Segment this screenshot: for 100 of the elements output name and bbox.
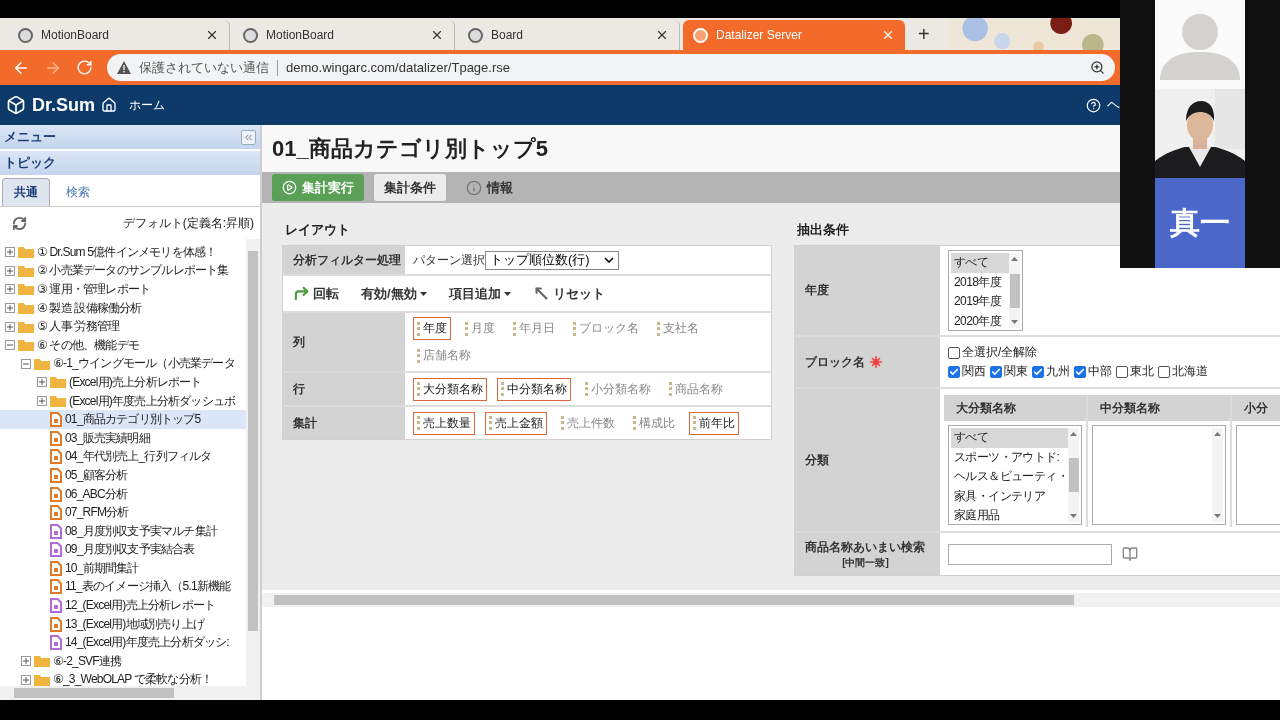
- field-chip[interactable]: 売上数量: [413, 411, 475, 435]
- field-chip[interactable]: 月度: [461, 317, 499, 340]
- field-chip[interactable]: 商品名称: [665, 377, 727, 401]
- action-button[interactable]: リセット: [532, 284, 605, 303]
- field-chip[interactable]: 支社名: [653, 317, 703, 340]
- checkbox[interactable]: [990, 365, 1002, 378]
- new-tab-button[interactable]: +: [908, 23, 940, 50]
- tree-item[interactable]: ④ 製造 設備稼働分析: [0, 298, 246, 318]
- tree-item[interactable]: (Excel用)年度売上分析ダッシュボ: [0, 391, 246, 411]
- list-option[interactable]: 2020年度: [951, 311, 1009, 328]
- action-button[interactable]: 回転: [293, 284, 339, 303]
- tree-item[interactable]: 14_(Excel用)年度売上分析ダッシ:: [0, 633, 246, 653]
- checkbox[interactable]: [1116, 365, 1128, 378]
- checkbox[interactable]: [948, 346, 960, 359]
- tree-item[interactable]: ⑥-1_ウイングモール（小売業データ: [0, 354, 246, 374]
- tree-item[interactable]: ① Dr.Sum 5億件インメモリを体感！: [0, 243, 246, 262]
- field-chip[interactable]: 年度: [413, 317, 451, 340]
- expand-icon[interactable]: [5, 321, 15, 332]
- scroll-down-icon[interactable]: [1214, 514, 1221, 518]
- field-chip[interactable]: 売上金額: [485, 411, 547, 435]
- sidebar-tab[interactable]: 共通: [2, 178, 50, 206]
- tree-item[interactable]: 05_顧客分析: [0, 466, 246, 485]
- listbox[interactable]: すべて スポーツ・アウトド: ヘルス＆ビューティ・ 家具・インテリア 家庭用品: [948, 425, 1082, 525]
- book-icon[interactable]: [1122, 546, 1138, 562]
- close-icon[interactable]: [205, 28, 219, 42]
- tree-item[interactable]: ③ 運用・管理レポート: [0, 280, 246, 299]
- list-option[interactable]: 2018年度: [951, 272, 1009, 292]
- help-link[interactable]: ヘ: [1107, 96, 1120, 114]
- scroll-up-icon[interactable]: [1070, 432, 1077, 436]
- field-chip[interactable]: 小分類名称: [581, 377, 655, 401]
- help-icon[interactable]: [1086, 97, 1101, 113]
- tree-item[interactable]: 11_表のイメージ挿入（5.1新機能: [0, 577, 246, 597]
- scroll-thumb[interactable]: [248, 251, 258, 631]
- tree-item[interactable]: 13_(Excel用)地域別売り上げ: [0, 614, 246, 634]
- toolbar-button[interactable]: 情報: [456, 174, 523, 201]
- tree-item[interactable]: 01_商品カテゴリ別トップ5: [0, 410, 246, 429]
- expand-icon[interactable]: [21, 656, 31, 667]
- field-chip[interactable]: 年月日: [509, 317, 559, 340]
- checkbox[interactable]: [1032, 365, 1044, 378]
- toolbar-button[interactable]: 集計条件: [374, 174, 446, 201]
- field-chip[interactable]: ブロック名: [569, 317, 643, 340]
- scroll-down-icon[interactable]: [1070, 514, 1077, 518]
- tree-item[interactable]: 08_月度別収支予実マルチ集計: [0, 521, 246, 541]
- close-icon[interactable]: [655, 28, 669, 42]
- tree-item[interactable]: 12_(Excel用)売上分析レポート: [0, 596, 246, 615]
- field-chip[interactable]: 売上件数: [557, 411, 619, 435]
- field-chip[interactable]: 中分類名称: [497, 377, 571, 401]
- tree-item[interactable]: 03_販売実績明細: [0, 428, 246, 448]
- expand-icon[interactable]: [37, 377, 47, 388]
- scroll-thumb[interactable]: [274, 595, 1074, 605]
- tree-item[interactable]: ⑥ その他、機能デモ: [0, 335, 246, 355]
- checkbox[interactable]: [1074, 365, 1086, 378]
- scroll-thumb[interactable]: [14, 688, 174, 698]
- expand-icon[interactable]: [21, 674, 31, 685]
- tree-item[interactable]: ⑥_3_WebOLAP で柔軟な分析！: [0, 670, 246, 686]
- scroll-down-icon[interactable]: [1011, 320, 1018, 324]
- checkbox[interactable]: [948, 365, 960, 378]
- list-option[interactable]: スポーツ・アウトド:: [951, 447, 1068, 467]
- home-link[interactable]: ホーム: [129, 96, 166, 114]
- scroll-thumb[interactable]: [1068, 458, 1079, 492]
- tree-item[interactable]: (Excel用)売上分析レポート: [0, 373, 246, 392]
- tree-item[interactable]: ⑤ 人事 労務管理: [0, 317, 246, 336]
- action-button[interactable]: 項目追加: [448, 284, 511, 303]
- search-field[interactable]: [948, 543, 1112, 565]
- collapse-icon[interactable]: [5, 340, 15, 351]
- field-chip[interactable]: 構成比: [629, 411, 679, 435]
- field-chip[interactable]: 前年比: [689, 411, 739, 435]
- list-option[interactable]: すべて: [951, 428, 1068, 448]
- sidebar-tab[interactable]: 検索: [54, 178, 102, 206]
- listbox[interactable]: すべて 2018年度 2019年度 2020年度: [948, 250, 1023, 331]
- expand-icon[interactable]: [5, 247, 15, 258]
- collapse-icon[interactable]: [21, 358, 31, 369]
- checkbox[interactable]: [1158, 365, 1170, 378]
- close-icon[interactable]: [430, 28, 444, 42]
- field-chip[interactable]: 大分類名称: [413, 377, 487, 401]
- expand-icon[interactable]: [37, 396, 47, 407]
- refresh-icon[interactable]: [12, 215, 27, 231]
- pattern-select[interactable]: トップ順位数(行): [485, 250, 619, 270]
- tree-item[interactable]: ② 小売業データのサンプルレポート集: [0, 261, 246, 281]
- tree-item[interactable]: 09_月度別収支予実結合表: [0, 540, 246, 560]
- field-chip[interactable]: 店舗名称: [413, 344, 475, 367]
- address-bar[interactable]: 保護されていない通信 demo.wingarc.com/datalizer/Tpage.rse: [107, 54, 1115, 81]
- scroll-thumb[interactable]: [1009, 273, 1020, 308]
- collapse-button[interactable]: [241, 129, 256, 145]
- scroll-up-icon[interactable]: [1214, 432, 1221, 436]
- list-option[interactable]: ヘルス＆ビューティ・: [951, 467, 1068, 487]
- home-icon[interactable]: [101, 97, 118, 113]
- expand-icon[interactable]: [5, 265, 15, 276]
- tree-item[interactable]: 04_年代別売上_行列フィルタ: [0, 447, 246, 467]
- action-button[interactable]: 有効/無効: [361, 284, 427, 303]
- zoom-icon[interactable]: [1090, 60, 1105, 75]
- scroll-up-icon[interactable]: [1011, 257, 1018, 261]
- tree-item[interactable]: 06_ABC分析: [0, 484, 246, 504]
- reload-icon[interactable]: [76, 59, 93, 76]
- tree-item[interactable]: 10_前期間集計: [0, 559, 246, 578]
- list-option[interactable]: 家具・インテリア: [951, 486, 1068, 506]
- listbox[interactable]: [1092, 425, 1226, 525]
- tree-item[interactable]: ⑥-2_SVF連携: [0, 652, 246, 671]
- expand-icon[interactable]: [5, 284, 15, 295]
- list-option[interactable]: すべて: [951, 253, 1009, 273]
